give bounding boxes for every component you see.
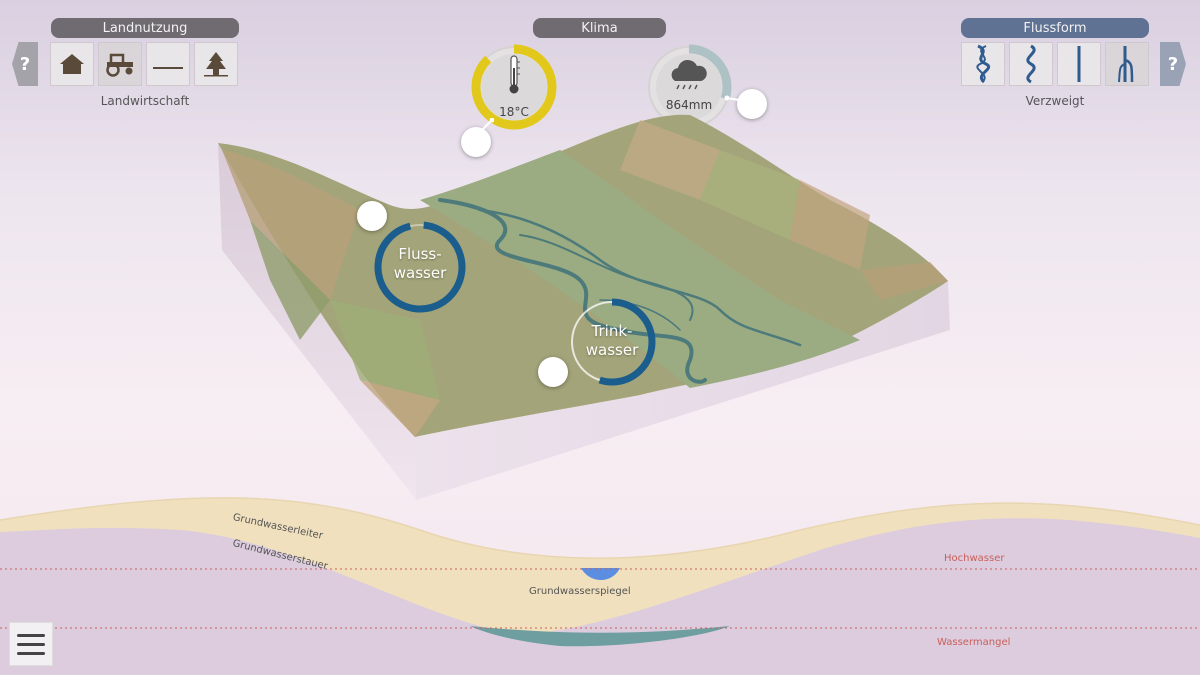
river-water-label: Fluss- wasser (380, 245, 460, 283)
flood-level-label: Hochwasser (944, 553, 1005, 564)
menu-button[interactable] (9, 622, 53, 666)
river-water-label-line1: Fluss- (398, 245, 442, 263)
drinking-water-label-line1: Trink- (591, 322, 633, 340)
groundwater-cross-section (0, 497, 1200, 675)
drinking-water-knob[interactable] (538, 357, 568, 387)
hamburger-icon (17, 633, 45, 637)
drinking-water-label-line2: wasser (585, 341, 639, 359)
landscape-block (218, 114, 950, 500)
river-water-label-line2: wasser (393, 264, 447, 282)
drinking-water-label: Trink- wasser (572, 322, 652, 360)
shortage-level-label: Wassermangel (937, 637, 1011, 648)
water-table-label: Grundwasserspiegel (529, 586, 631, 597)
river-water-knob[interactable] (357, 201, 387, 231)
